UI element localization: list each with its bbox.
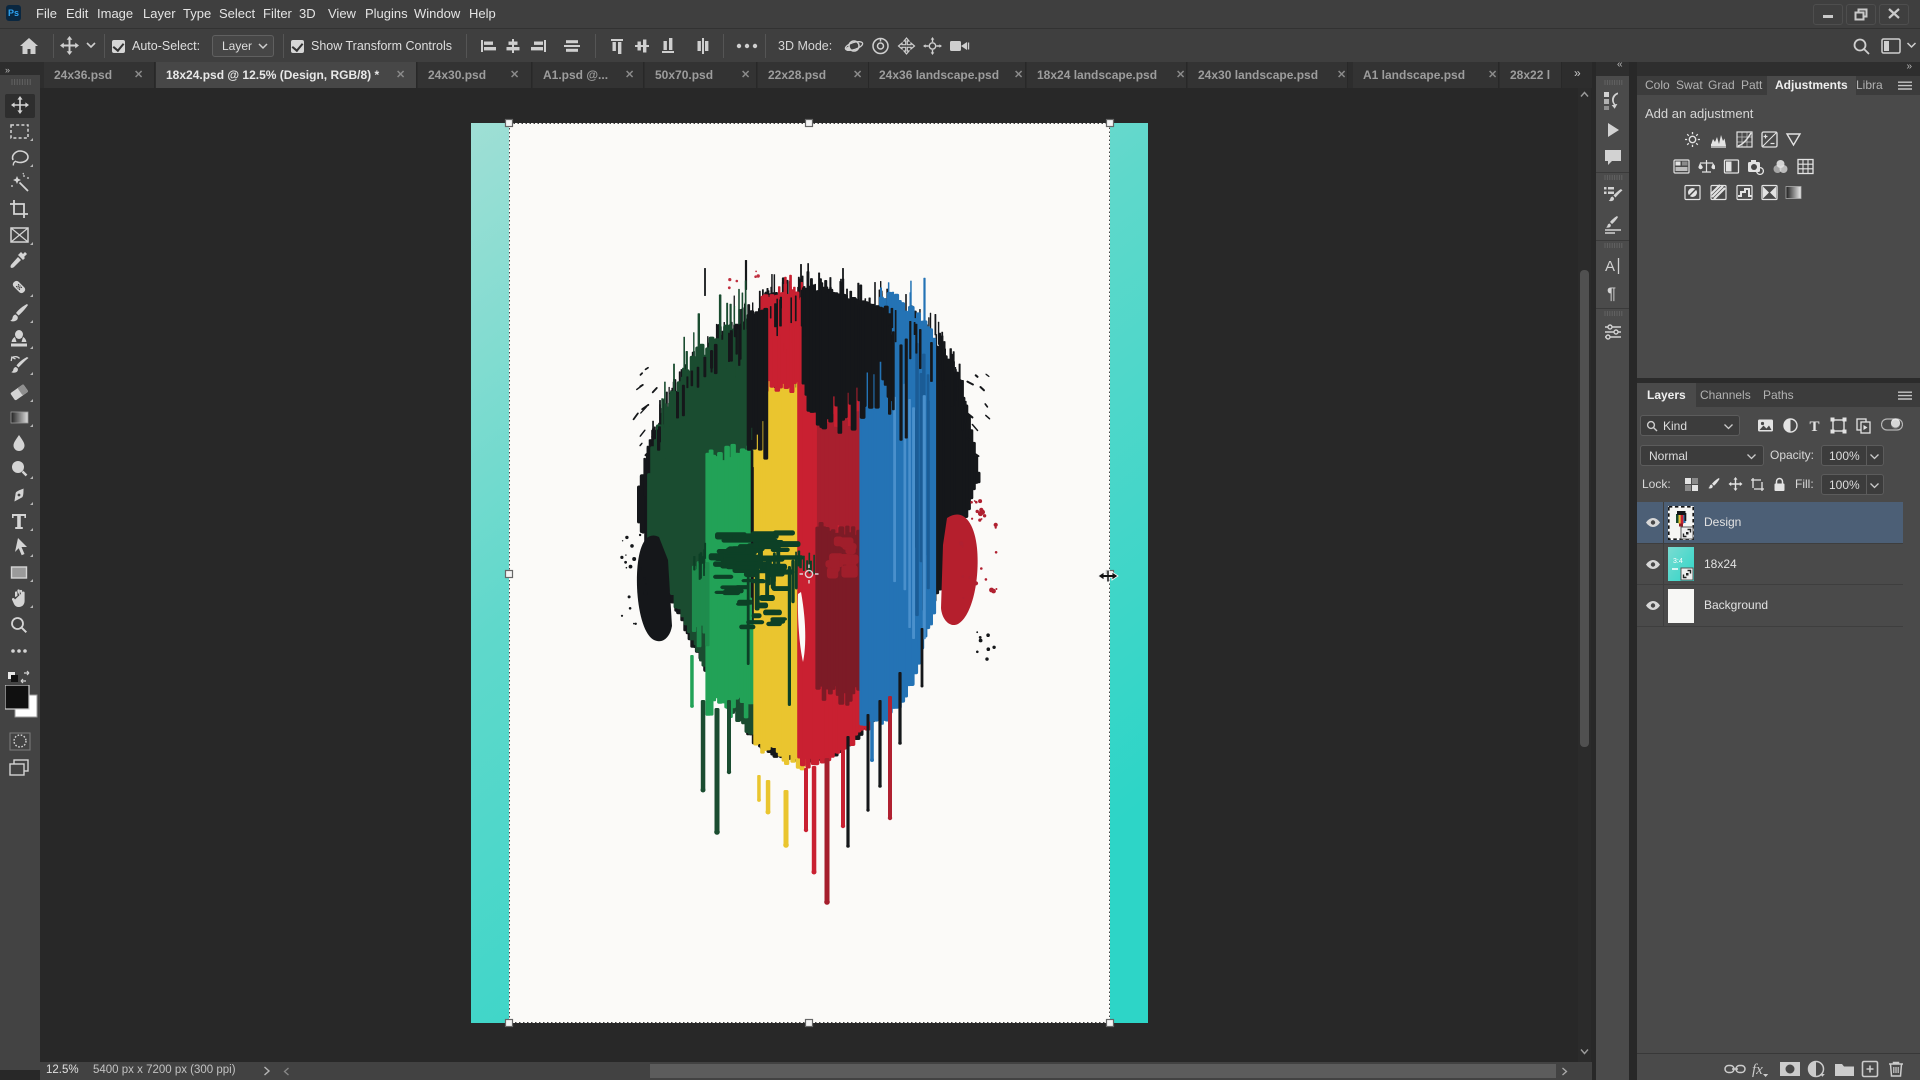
svg-text:A: A (1605, 258, 1615, 275)
svg-text:¶: ¶ (1607, 284, 1616, 303)
svg-text:fx: fx (1752, 1062, 1763, 1078)
svg-text:3:4: 3:4 (1673, 558, 1683, 565)
svg-text:T: T (1810, 419, 1820, 434)
